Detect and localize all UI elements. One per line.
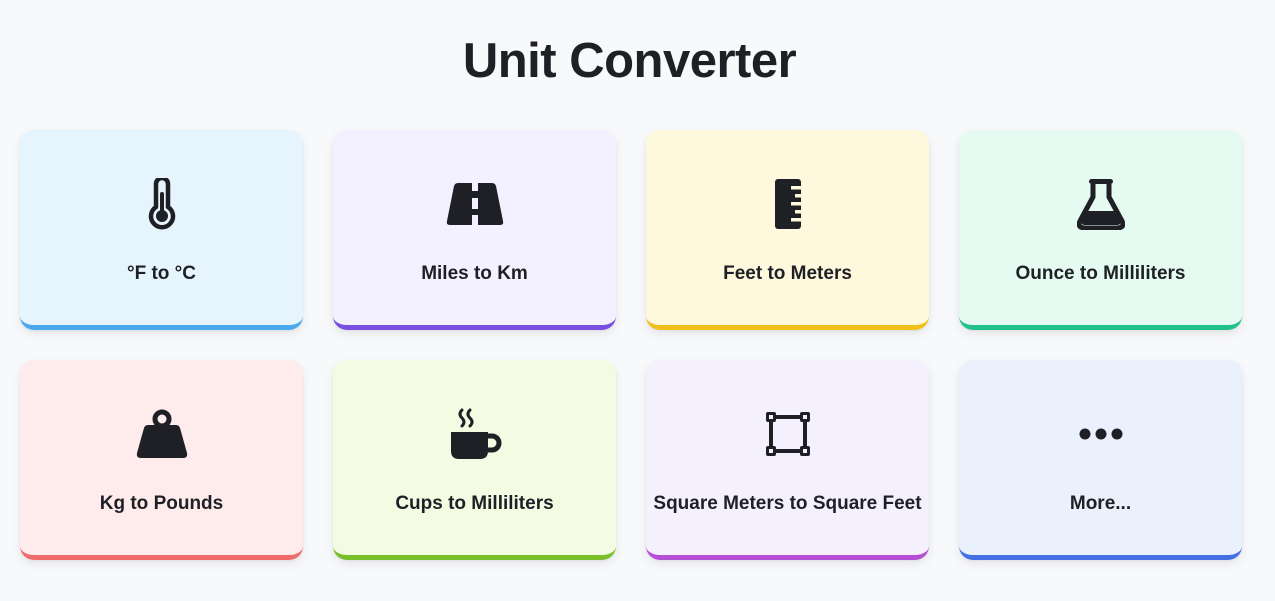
converter-grid: °F to °C Miles to Km Feet to Meters Ounc… [20,130,1242,560]
card-more[interactable]: More... [959,360,1242,560]
weight-icon [132,404,192,464]
card-label: Kg to Pounds [99,493,224,514]
card-label: Miles to Km [421,263,528,284]
more-icon [1071,404,1131,464]
card-ounce-to-milliliters[interactable]: Ounce to Milliliters [959,130,1242,330]
square-area-icon [758,404,818,464]
road-icon [445,174,505,234]
card-cups-to-milliliters[interactable]: Cups to Milliliters [333,360,616,560]
thermometer-icon [132,174,192,234]
flask-icon [1071,174,1131,234]
card-kg-to-pounds[interactable]: Kg to Pounds [20,360,303,560]
card-square-meters-to-square-feet[interactable]: Square Meters to Square Feet [646,360,929,560]
card-label: Cups to Milliliters [395,493,554,514]
card-label: °F to °C [126,263,196,284]
card-label: More... [1069,493,1132,514]
card-label: Ounce to Milliliters [1015,263,1186,284]
card-feet-to-meters[interactable]: Feet to Meters [646,130,929,330]
card-label: Square Meters to Square Feet [653,493,922,514]
ruler-icon [758,174,818,234]
coffee-cup-icon [445,404,505,464]
card-miles-to-km[interactable]: Miles to Km [333,130,616,330]
card-fahrenheit-to-celsius[interactable]: °F to °C [20,130,303,330]
card-label: Feet to Meters [723,263,852,284]
page-title: Unit Converter [462,34,797,88]
